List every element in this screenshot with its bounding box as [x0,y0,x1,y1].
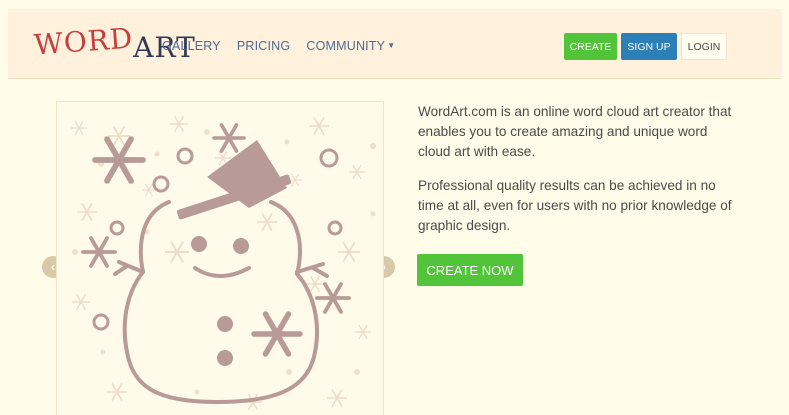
quality-paragraph: Professional quality results can be achi… [418,178,732,233]
login-button[interactable]: LOGIN [681,33,727,60]
sign-up-button[interactable]: SIGN UP [621,33,677,60]
snowman-smile [193,266,251,278]
snowman-face [191,236,249,366]
caret-down-icon: ▼ [387,41,396,50]
logo-word: WORD [32,21,135,62]
carousel-frame [56,101,384,415]
create-now-button[interactable]: CREATE NOW [417,254,523,286]
snowman-word-art [70,115,376,411]
nav-pricing[interactable]: PRICING [237,39,291,53]
nav-gallery[interactable]: GALLERY [162,39,221,53]
intro-paragraph: WordArt.com is an online word cloud art … [418,104,732,159]
create-button[interactable]: CREATE [564,33,617,60]
top-strip [0,0,789,8]
foreground-snowflakes [81,123,351,354]
nav-community-label: COMMUNITY [306,39,386,53]
chevron-left-icon: ‹ [51,260,55,274]
nav-community[interactable]: COMMUNITY ▼ [306,39,395,53]
main-nav: GALLERY PRICING COMMUNITY ▼ [162,39,395,53]
navbar: WORD ART GALLERY PRICING COMMUNITY ▼ CREA… [8,9,782,79]
